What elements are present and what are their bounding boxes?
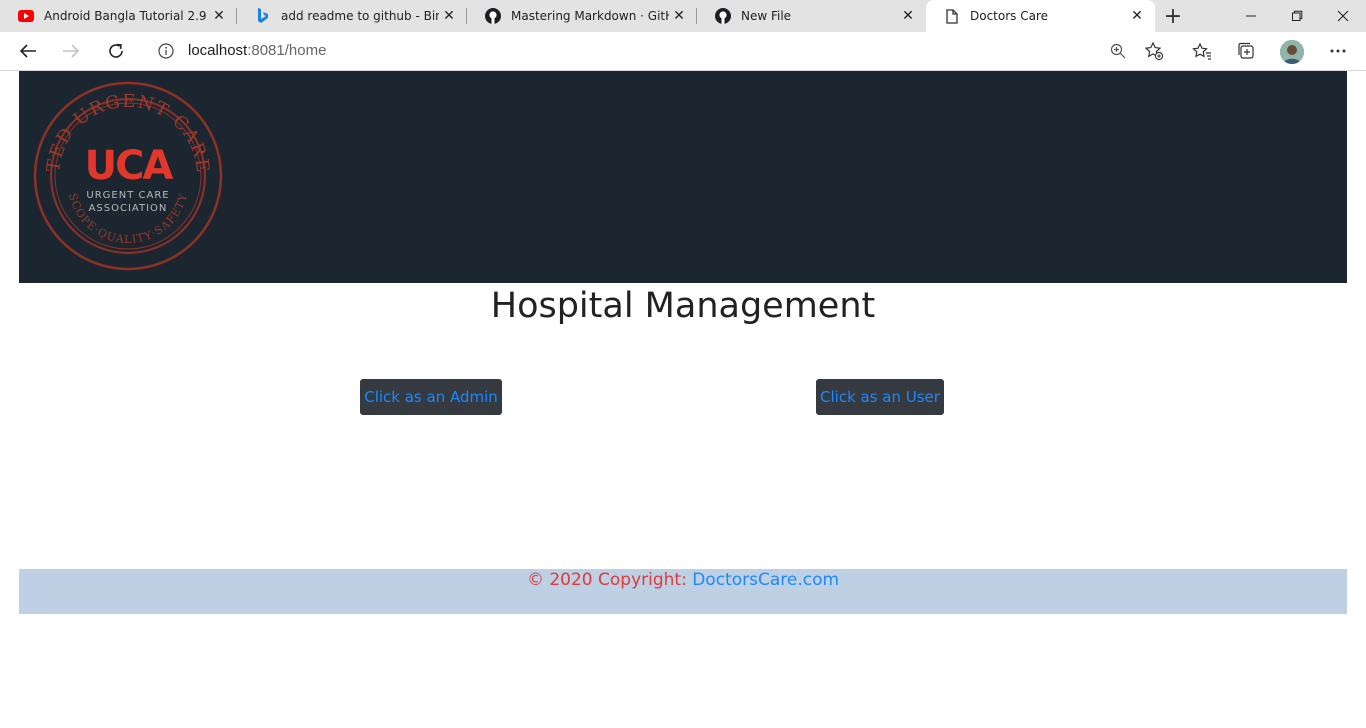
zoom-icon[interactable] (1108, 41, 1128, 61)
forward-button[interactable] (56, 37, 86, 65)
profile-avatar[interactable] (1280, 40, 1304, 64)
browser-tab-4[interactable]: New File ✕ (697, 0, 926, 32)
close-window-button[interactable] (1320, 0, 1366, 32)
browser-tab-3[interactable]: Mastering Markdown · GitHub ✕ (467, 0, 697, 32)
admin-button[interactable]: Click as an Admin (360, 379, 502, 415)
tab-strip: Android Bangla Tutorial 2.9 : Bu ✕ add r… (0, 0, 1366, 32)
youtube-icon (18, 8, 34, 24)
browser-tab-1[interactable]: Android Bangla Tutorial 2.9 : Bu ✕ (0, 0, 237, 32)
url-path: :8081/home (247, 42, 327, 59)
page-content: ACCREDITED URGENT CARE CENTER SCOPE·QUAL… (0, 71, 1366, 728)
bing-icon (255, 8, 271, 24)
footer-text: © 2020 Copyright: DoctorsCare.com (19, 570, 1347, 590)
footer-link[interactable]: DoctorsCare.com (692, 570, 839, 590)
close-tab-icon[interactable]: ✕ (669, 6, 689, 26)
url-text[interactable]: localhost:8081/home (188, 42, 326, 59)
uca-logo: ACCREDITED URGENT CARE CENTER SCOPE·QUAL… (33, 81, 223, 271)
collections-icon[interactable] (1231, 37, 1261, 65)
page-title: Hospital Management (490, 286, 876, 326)
tab-title: Doctors Care (970, 9, 1049, 23)
github-icon (715, 8, 731, 24)
logo-line-1: URGENT CARE (86, 190, 169, 201)
site-header: ACCREDITED URGENT CARE CENTER SCOPE·QUAL… (19, 71, 1347, 283)
add-favorite-icon[interactable] (1144, 41, 1164, 61)
close-tab-icon[interactable]: ✕ (1127, 6, 1147, 26)
tab-title: add readme to github - Bing (281, 9, 439, 23)
restore-button[interactable] (1274, 0, 1320, 32)
close-tab-icon[interactable]: ✕ (439, 6, 459, 26)
close-tab-icon[interactable]: ✕ (898, 6, 918, 26)
new-tab-button[interactable]: + (1160, 4, 1186, 29)
user-button[interactable]: Click as an User (816, 379, 944, 415)
favorites-icon[interactable] (1187, 37, 1217, 65)
browser-tab-5-active[interactable]: Doctors Care ✕ (926, 0, 1155, 32)
address-bar[interactable]: localhost:8081/home (144, 36, 1174, 66)
back-button[interactable] (13, 37, 43, 65)
reload-button[interactable] (101, 37, 131, 65)
page-icon (944, 8, 960, 24)
url-host: localhost (188, 42, 248, 59)
more-options-icon[interactable] (1323, 37, 1353, 65)
site-footer: © 2020 Copyright: DoctorsCare.com (19, 569, 1347, 614)
tab-title: Android Bangla Tutorial 2.9 : Bu (44, 9, 209, 23)
tab-title: Mastering Markdown · GitHub (511, 9, 669, 23)
copyright-text: © 2020 Copyright: (526, 570, 693, 590)
tab-title: New File (741, 9, 792, 23)
minimize-button[interactable] (1228, 0, 1274, 32)
info-icon[interactable] (158, 43, 174, 59)
browser-toolbar: localhost:8081/home (0, 32, 1366, 71)
browser-tab-2[interactable]: add readme to github - Bing ✕ (237, 0, 467, 32)
logo-line-2: ASSOCIATION (89, 203, 168, 214)
github-icon (485, 8, 501, 24)
logo-mark: UCA (85, 143, 174, 189)
close-tab-icon[interactable]: ✕ (209, 6, 229, 26)
